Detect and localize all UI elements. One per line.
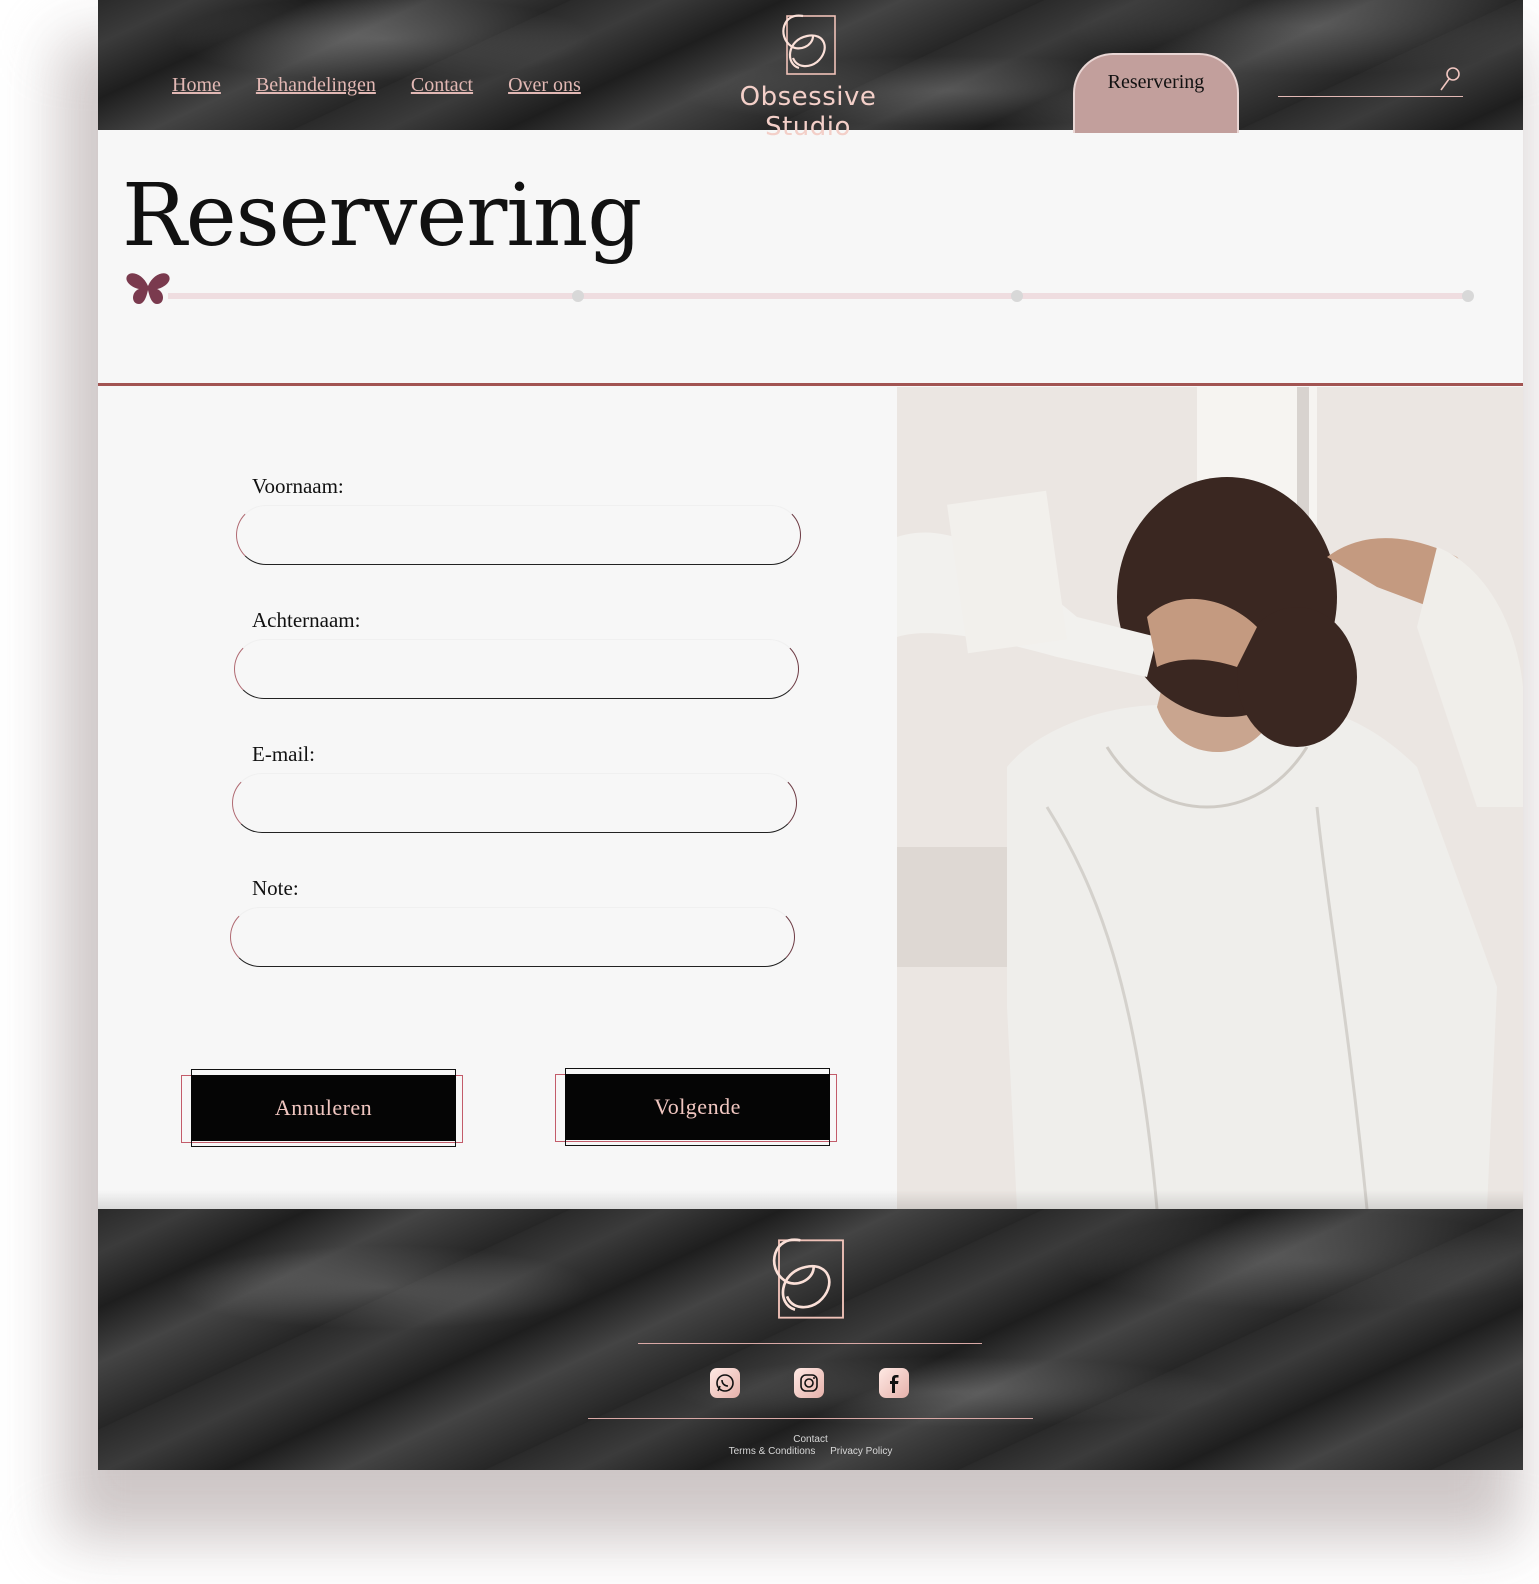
progress-step-3	[1011, 290, 1023, 302]
footer-link-terms[interactable]: Terms & Conditions	[729, 1446, 816, 1457]
next-button-label: Volgende	[565, 1074, 830, 1140]
section-divider	[98, 383, 1523, 386]
nav-over-ons[interactable]: Over ons	[508, 74, 581, 97]
email-field[interactable]	[232, 773, 797, 833]
nav-contact[interactable]: Contact	[411, 74, 473, 97]
butterfly-icon	[126, 273, 170, 304]
footer-shadow	[98, 1190, 1523, 1210]
footer-links-top: Contact	[98, 1434, 1523, 1445]
progress-step-4	[1462, 290, 1474, 302]
page: Home Behandelingen Contact Over ons Obse…	[98, 0, 1523, 1470]
footer-divider-top	[638, 1343, 982, 1344]
instagram-icon[interactable]	[794, 1368, 824, 1398]
facebook-icon[interactable]	[879, 1368, 909, 1398]
first-name-field[interactable]	[236, 505, 801, 565]
progress-step-2	[572, 290, 584, 302]
cancel-button-label: Annuleren	[191, 1075, 456, 1141]
last-name-label: Achternaam:	[252, 608, 361, 632]
email-label: E-mail:	[252, 742, 315, 766]
next-button[interactable]: Volgende	[555, 1068, 840, 1148]
search-input[interactable]	[1278, 66, 1463, 97]
hero-photo	[897, 387, 1523, 1209]
footer-divider-bottom	[588, 1418, 1033, 1419]
site-footer: Contact Terms & Conditions Privacy Polic…	[98, 1209, 1523, 1470]
brand-logo[interactable]: Obsessive Studio	[698, 6, 918, 142]
footer-link-contact[interactable]: Contact	[793, 1434, 827, 1445]
brand-logo-mark	[782, 14, 836, 75]
footer-logo-mark[interactable]	[760, 1227, 854, 1323]
reservation-tab[interactable]: Reservering	[1073, 53, 1239, 133]
first-name-label: Voornaam:	[252, 474, 344, 498]
whatsapp-icon[interactable]	[710, 1368, 740, 1398]
main-nav: Home Behandelingen Contact Over ons	[172, 74, 581, 97]
footer-link-privacy[interactable]: Privacy Policy	[830, 1446, 892, 1457]
brand-name: Obsessive Studio	[739, 82, 877, 142]
hero-photo-illustration	[897, 387, 1523, 1209]
footer-links-bottom: Terms & Conditions Privacy Policy	[98, 1446, 1523, 1457]
site-header: Home Behandelingen Contact Over ons Obse…	[98, 0, 1523, 142]
nav-home[interactable]: Home	[172, 74, 221, 97]
cancel-button[interactable]: Annuleren	[181, 1069, 466, 1149]
note-field[interactable]	[230, 907, 795, 967]
progress-track	[168, 290, 1474, 302]
note-label: Note:	[252, 876, 299, 900]
last-name-field[interactable]	[234, 639, 799, 699]
search-icon[interactable]	[1439, 66, 1461, 92]
page-title: Reservering	[122, 166, 642, 266]
nav-behandelingen[interactable]: Behandelingen	[256, 74, 376, 97]
